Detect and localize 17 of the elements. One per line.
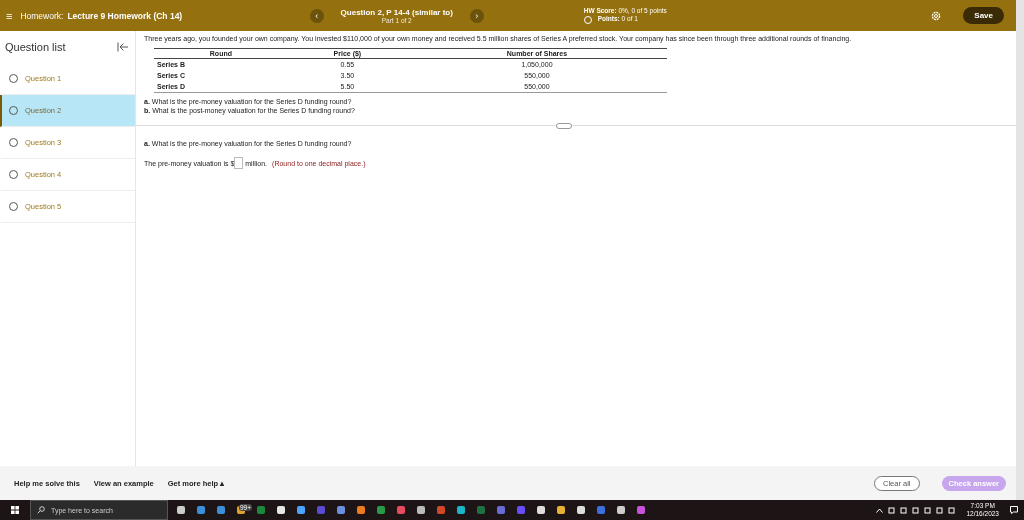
search-icon	[37, 506, 45, 514]
question-title: Question 2, P 14-4 (similar to)	[340, 7, 453, 17]
previous-button[interactable]: ‹	[309, 8, 324, 23]
answer-field[interactable]	[234, 157, 244, 169]
windows-icon[interactable]	[11, 506, 19, 514]
chevron-up-icon[interactable]	[876, 507, 884, 513]
collapse-icon[interactable]	[117, 42, 129, 52]
next-button[interactable]: ›	[469, 8, 484, 23]
scrollbar[interactable]	[1016, 0, 1024, 500]
sidebar-title: Question list	[5, 41, 66, 53]
homework-label: Homework:	[20, 10, 64, 21]
notifications-icon[interactable]	[1010, 506, 1018, 514]
menu-button[interactable]: ≡	[6, 9, 13, 22]
save-button[interactable]: Save	[963, 7, 1004, 24]
homework-title: Lecture 9 Homework (Ch 14)	[67, 10, 183, 21]
resize-handle[interactable]	[556, 123, 572, 129]
settings-icon[interactable]	[931, 10, 942, 21]
